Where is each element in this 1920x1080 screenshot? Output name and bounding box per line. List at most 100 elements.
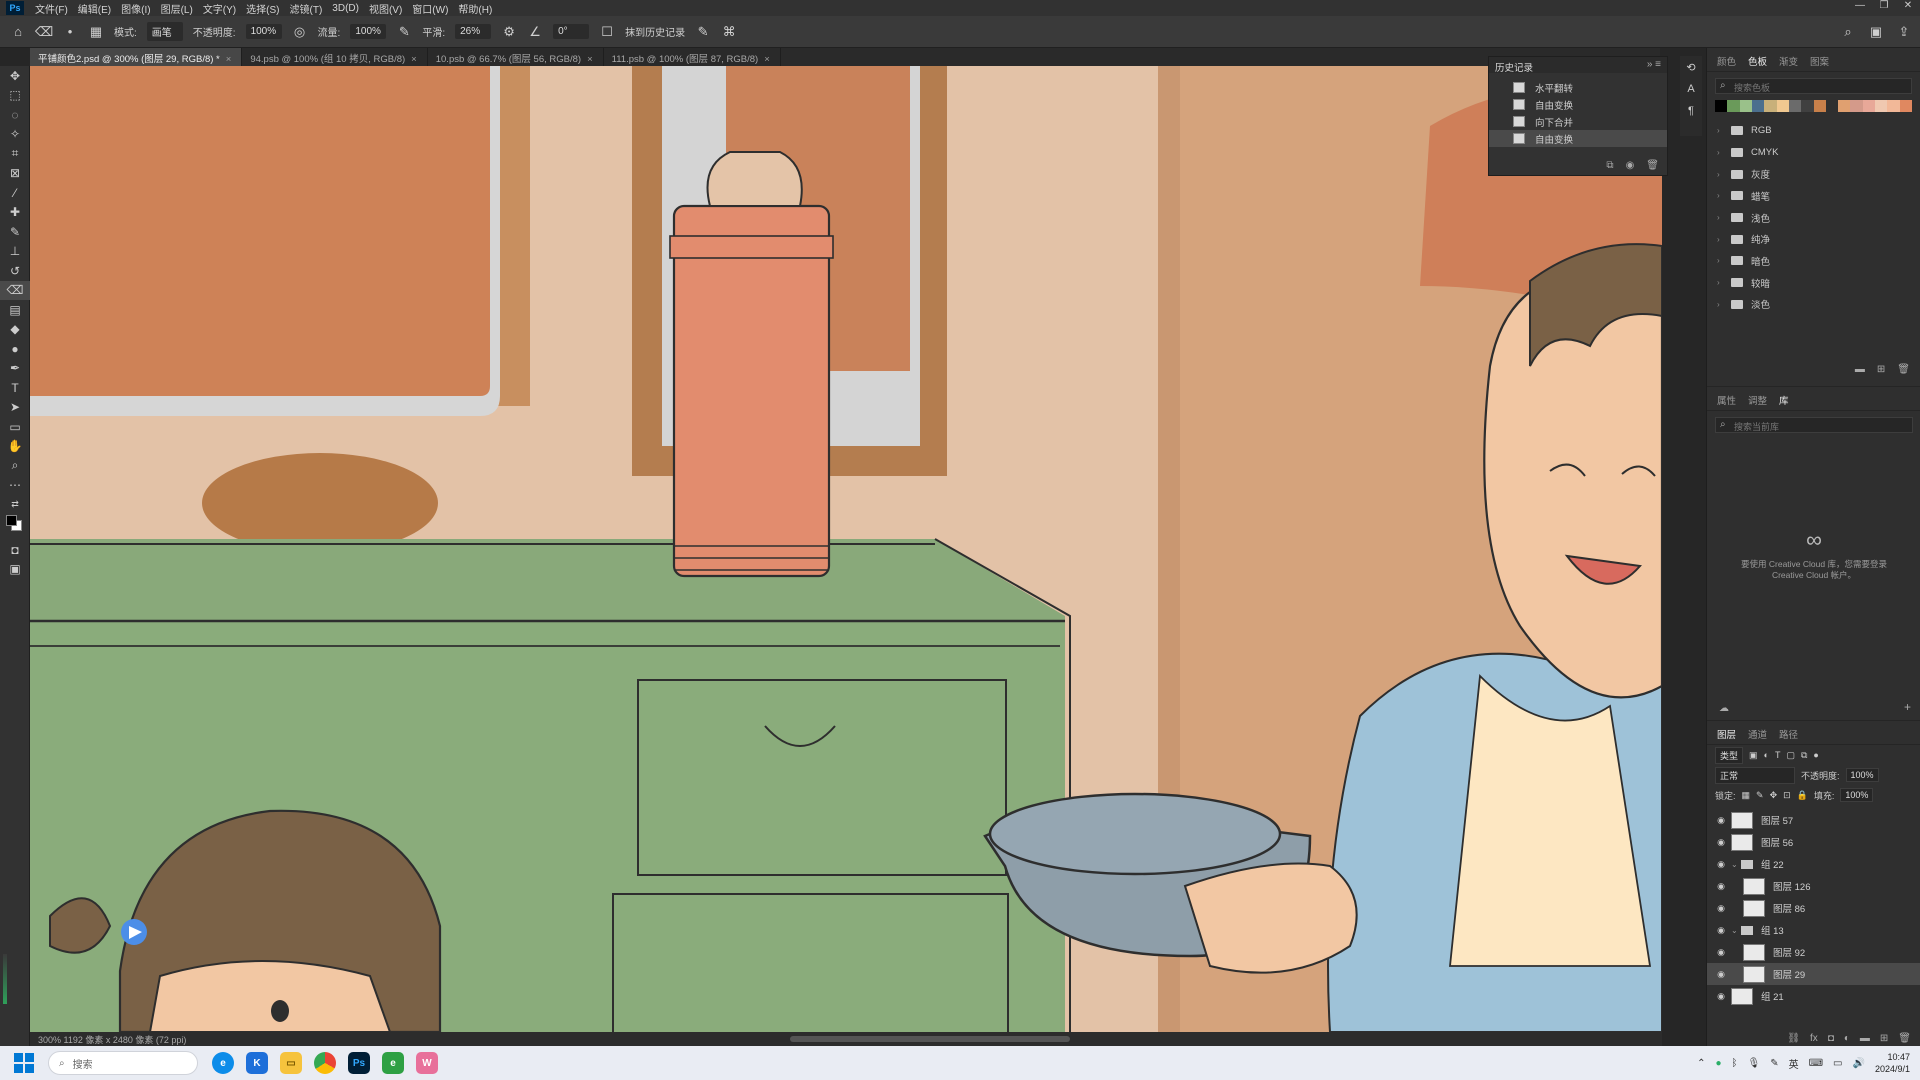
eraser-tool-icon[interactable]: ⌫ [35, 24, 53, 40]
swatch-group[interactable]: › RGB [1707, 120, 1920, 142]
menu-view[interactable]: 视图(V) [364, 1, 407, 16]
cloud-icon[interactable]: ☁ [1719, 703, 1729, 714]
tab-properties[interactable]: 属性 [1717, 393, 1736, 407]
color-swatch[interactable] [1838, 100, 1851, 112]
gradient-tool-icon[interactable]: ▤ [0, 300, 30, 320]
history-item[interactable]: 向下合并 [1489, 113, 1667, 130]
magic-wand-icon[interactable]: ✧ [0, 125, 30, 145]
chevron-right-icon[interactable]: › [1717, 278, 1723, 287]
layer-name[interactable]: 图层 57 [1761, 813, 1793, 827]
trash-icon[interactable]: 🗑 [1897, 364, 1910, 375]
paragraph-panel-icon[interactable]: ¶ [1680, 100, 1702, 122]
fill-field[interactable]: 100% [1840, 788, 1874, 802]
hand-tool-icon[interactable]: ✋ [0, 437, 30, 457]
pen-tool-icon[interactable]: ✒ [0, 359, 30, 379]
layer-name[interactable]: 图层 56 [1761, 835, 1793, 849]
layer-row[interactable]: ◉ 图层 56 [1707, 831, 1920, 853]
eye-icon[interactable]: ◉ [1711, 859, 1731, 870]
brush-tool-icon[interactable]: ✎ [0, 222, 30, 242]
new-layer-icon[interactable]: ⊞ [1880, 1033, 1888, 1044]
eye-icon[interactable]: ◉ [1711, 837, 1731, 848]
more-tools-icon[interactable]: ⋯ [0, 476, 30, 496]
tab-paths[interactable]: 路径 [1779, 727, 1798, 741]
menu-select[interactable]: 选择(S) [241, 1, 284, 16]
wechat-icon[interactable]: ● [1715, 1058, 1721, 1069]
close-icon[interactable]: × [587, 54, 593, 65]
color-swatch[interactable] [1825, 100, 1839, 112]
type-tool-icon[interactable]: T [0, 378, 30, 398]
workspace-icon[interactable]: ▣ [1868, 24, 1884, 40]
fx-icon[interactable]: fx [1810, 1033, 1818, 1044]
menu-window[interactable]: 窗口(W) [407, 1, 453, 16]
chevron-up-icon[interactable]: ⌃ [1697, 1058, 1705, 1069]
menu-3d[interactable]: 3D(D) [327, 3, 364, 14]
file-explorer-icon[interactable]: ▭ [280, 1052, 302, 1074]
color-swatch[interactable] [1751, 100, 1765, 112]
color-swatch[interactable] [1715, 100, 1728, 112]
library-search-input[interactable]: ⌕ 搜索当前库 [1715, 417, 1913, 433]
restore-icon[interactable]: ❐ [1872, 0, 1896, 11]
chevron-right-icon[interactable]: › [1717, 256, 1723, 265]
color-swatch[interactable] [1875, 100, 1888, 112]
lock-pixels-icon[interactable]: ✎ [1756, 790, 1764, 801]
pressure-opacity-icon[interactable]: ◎ [292, 24, 308, 40]
eye-icon[interactable]: ◉ [1711, 881, 1731, 892]
network-icon[interactable]: ▭ [1833, 1058, 1842, 1069]
adjustment-layer-icon[interactable]: ◐ [1844, 1033, 1850, 1044]
close-icon[interactable]: × [764, 54, 770, 65]
swatch-group[interactable]: › 较暗 [1707, 272, 1920, 294]
color-swatch[interactable] [1776, 100, 1789, 112]
filter-shape-icon[interactable]: ▢ [1786, 750, 1795, 761]
tab-channels[interactable]: 通道 [1748, 727, 1767, 741]
layer-name[interactable]: 图层 86 [1773, 901, 1805, 915]
chrome-icon[interactable] [314, 1052, 336, 1074]
edge-icon[interactable]: e [212, 1052, 234, 1074]
marquee-tool-icon[interactable]: ⬚ [0, 86, 30, 106]
color-swatch[interactable] [1788, 100, 1802, 112]
lasso-tool-icon[interactable]: ◌ [0, 105, 30, 125]
layer-name[interactable]: 图层 126 [1773, 879, 1811, 893]
tab-gradients[interactable]: 渐变 [1779, 54, 1798, 68]
color-swatch[interactable] [1727, 100, 1740, 112]
minimize-icon[interactable]: — [1848, 0, 1872, 11]
stamp-tool-icon[interactable]: ⊥ [0, 242, 30, 262]
layer-group-row[interactable]: ◉ ⌄ 组 13 [1707, 919, 1920, 941]
search-icon[interactable]: ⌕ [1840, 24, 1856, 40]
clock[interactable]: 10:47 2024/9/1 [1875, 1051, 1910, 1075]
lock-position-icon[interactable]: ✥ [1770, 790, 1778, 801]
color-swatch[interactable] [1764, 100, 1777, 112]
chevron-right-icon[interactable]: › [1717, 126, 1723, 135]
eye-icon[interactable]: ◉ [1711, 903, 1731, 914]
layer-row[interactable]: ◉ 图层 86 [1707, 897, 1920, 919]
eye-icon[interactable]: ◉ [1711, 991, 1731, 1002]
chevron-right-icon[interactable]: › [1717, 235, 1723, 244]
blend-mode-select[interactable]: 正常 [1715, 766, 1795, 784]
color-swatch[interactable] [1801, 100, 1814, 112]
swap-colors-icon[interactable]: ⇄ [0, 495, 30, 515]
bluetooth-icon[interactable]: ᛒ [1732, 1058, 1738, 1069]
airbrush-icon[interactable]: ✎ [396, 24, 412, 40]
color-swatch[interactable] [1862, 100, 1876, 112]
lock-artboard-icon[interactable]: ⊡ [1783, 790, 1791, 801]
ime-icon[interactable]: ⌨ [1809, 1058, 1823, 1069]
layer-filter-select[interactable]: 类型 [1715, 746, 1744, 764]
swatch-search-input[interactable]: ⌕ 搜索色板 [1715, 78, 1912, 94]
tab-document-1[interactable]: 平铺颜色2.psd @ 300% (图层 29, RGB/8) * × [30, 48, 243, 66]
app-w-icon[interactable]: W [416, 1052, 438, 1074]
photoshop-taskbar-icon[interactable]: Ps [348, 1052, 370, 1074]
filter-type-icon[interactable]: T [1775, 750, 1781, 760]
chevron-right-icon[interactable]: › [1717, 170, 1723, 179]
filter-toggle-icon[interactable]: ● [1813, 750, 1818, 760]
taskbar-search[interactable]: ⌕ 搜索 [48, 1051, 198, 1075]
layer-name[interactable]: 组 21 [1761, 989, 1784, 1003]
filter-pixel-icon[interactable]: ▣ [1749, 750, 1758, 761]
close-icon[interactable]: ✕ [1896, 0, 1920, 11]
swatch-group[interactable]: › 灰度 [1707, 163, 1920, 185]
flow-field[interactable]: 100% [350, 24, 387, 39]
history-item[interactable]: 水平翻转 [1489, 79, 1667, 96]
tab-color[interactable]: 颜色 [1717, 54, 1736, 68]
brush-preset-icon[interactable]: • [62, 24, 78, 40]
opacity-field[interactable]: 100% [245, 24, 282, 39]
screen-mode-icon[interactable]: ▣ [0, 560, 30, 580]
color-swatches-icon[interactable] [0, 515, 30, 535]
